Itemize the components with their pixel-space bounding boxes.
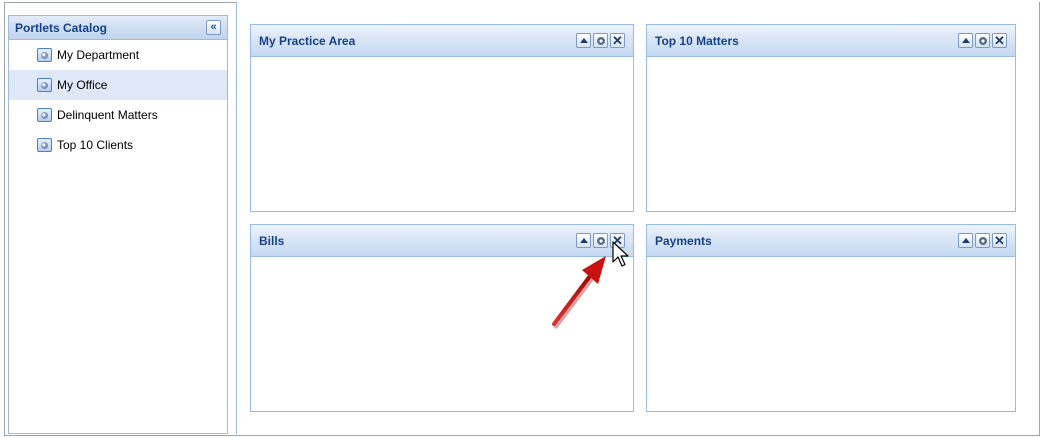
portlet-payments: Payments ✕: [646, 224, 1016, 412]
close-icon: ✕: [994, 33, 1005, 48]
portlet-my-practice-area: My Practice Area ✕: [250, 24, 634, 212]
portlet-title: Payments: [655, 233, 712, 248]
annotation-arrow-icon: [552, 256, 606, 329]
mouse-pointer-icon: [612, 241, 629, 267]
collapse-portlet-button[interactable]: [576, 33, 591, 48]
portlet-tools: ✕: [958, 233, 1007, 248]
catalog-item-label: Top 10 Clients: [57, 138, 134, 152]
settings-button[interactable]: [975, 233, 990, 248]
catalog-item-label: My Office: [57, 78, 108, 92]
gear-icon: [596, 36, 605, 45]
triangle-up-icon: [961, 237, 970, 243]
triangle-up-icon: [961, 37, 970, 43]
catalog-item-delinquent-matters[interactable]: Delinquent Matters: [9, 100, 227, 130]
portlet-title: My Practice Area: [259, 33, 356, 48]
collapse-sidebar-button[interactable]: «: [206, 20, 221, 35]
portlets-catalog-panel: Portlets Catalog « My Department My Offi…: [8, 15, 228, 434]
settings-button[interactable]: [593, 33, 608, 48]
collapse-portlet-button[interactable]: [576, 233, 591, 248]
catalog-item-my-department[interactable]: My Department: [9, 40, 227, 70]
portlet-title: Bills: [259, 233, 285, 248]
collapse-portlet-button[interactable]: [958, 33, 973, 48]
portlet-icon: [37, 108, 52, 122]
settings-button[interactable]: [975, 33, 990, 48]
catalog-item-label: My Department: [57, 48, 140, 62]
portlet-icon: [37, 138, 52, 152]
triangle-up-icon: [579, 237, 588, 243]
catalog-item-my-office[interactable]: My Office: [9, 70, 227, 100]
portlet-tools: ✕: [958, 33, 1007, 48]
catalog-list: My Department My Office Delinquent Matte…: [9, 40, 227, 160]
triangle-up-icon: [579, 37, 588, 43]
gear-icon: [978, 36, 987, 45]
close-icon: ✕: [612, 33, 623, 48]
portlet-title: Top 10 Matters: [655, 33, 739, 48]
catalog-item-label: Delinquent Matters: [57, 108, 158, 122]
close-portlet-button[interactable]: ✕: [610, 33, 625, 48]
close-icon: ✕: [994, 233, 1005, 248]
portlet-icon: [37, 48, 52, 62]
portlet-header[interactable]: Top 10 Matters ✕: [647, 25, 1015, 57]
collapse-portlet-button[interactable]: [958, 233, 973, 248]
gear-icon: [978, 236, 987, 245]
portlet-tools: ✕: [576, 33, 625, 48]
portlets-catalog-title: Portlets Catalog: [15, 20, 108, 35]
close-portlet-button[interactable]: ✕: [992, 233, 1007, 248]
portlet-header[interactable]: Payments ✕: [647, 225, 1015, 257]
portlet-icon: [37, 78, 52, 92]
portlet-top-10-matters: Top 10 Matters ✕: [646, 24, 1016, 212]
catalog-item-top-10-clients[interactable]: Top 10 Clients: [9, 130, 227, 160]
close-portlet-button[interactable]: ✕: [992, 33, 1007, 48]
portlets-catalog-header: Portlets Catalog «: [9, 16, 227, 40]
portlet-header[interactable]: My Practice Area ✕: [251, 25, 633, 57]
settings-button[interactable]: [593, 233, 608, 248]
gear-icon: [596, 236, 605, 245]
